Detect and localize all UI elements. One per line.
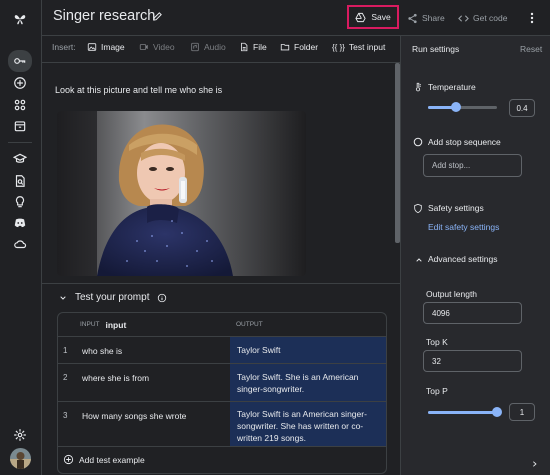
top-header: Singer research Save Share Get code <box>42 0 550 36</box>
get-code-button[interactable]: Get code <box>458 8 508 28</box>
edit-pencil-icon[interactable] <box>152 11 163 22</box>
output-length-label: Output length <box>426 289 478 299</box>
insert-folder-button[interactable]: Folder <box>280 42 318 52</box>
prompt-image[interactable] <box>57 111 306 276</box>
audio-icon <box>191 42 199 52</box>
code-icon <box>458 14 469 22</box>
more-vert-icon[interactable] <box>529 12 535 24</box>
prompt-text[interactable]: Look at this picture and tell me who she… <box>55 85 222 95</box>
drive-icon <box>355 12 366 22</box>
output-cell[interactable]: Taylor Swift is an American singer-songw… <box>230 402 386 447</box>
inventory-icon[interactable] <box>8 115 32 137</box>
gallery-icon[interactable] <box>8 94 32 116</box>
reset-button[interactable]: Reset <box>520 44 542 54</box>
page-title[interactable]: Singer research <box>53 8 155 24</box>
output-cell[interactable]: Taylor Swift <box>230 337 386 364</box>
insert-image-button[interactable]: Image <box>87 42 125 52</box>
share-icon <box>408 13 417 23</box>
temperature-label: Temperature <box>428 82 476 92</box>
top-p-value[interactable]: 1 <box>509 403 535 421</box>
output-length-input[interactable]: 4096 <box>423 302 522 324</box>
output-header-cell <box>230 313 386 336</box>
chevron-down-icon <box>60 295 66 300</box>
file-icon <box>241 42 248 52</box>
run-settings-panel: Run settings Reset Temperature 0.4 Add s… <box>400 36 550 475</box>
insert-video-button[interactable]: Video <box>139 42 175 52</box>
chevron-right-icon[interactable] <box>531 460 538 468</box>
insert-toolbar: Insert: Image Video Audio File Folder {{… <box>42 36 400 63</box>
top-p-label: Top P <box>426 386 448 396</box>
insert-audio-button[interactable]: Audio <box>190 42 226 52</box>
radio-circle-icon[interactable] <box>413 137 423 147</box>
lightbulb-icon[interactable] <box>8 191 32 213</box>
insert-test-input-button[interactable]: {{ }} Test input <box>332 42 385 52</box>
save-label: Save <box>371 12 391 22</box>
test-section-header[interactable]: Test your prompt <box>59 292 167 303</box>
advanced-settings-label[interactable]: Advanced settings <box>428 254 497 264</box>
key-icon[interactable] <box>8 50 32 72</box>
share-button[interactable]: Share <box>407 8 445 28</box>
settings-gear-icon[interactable] <box>8 424 32 446</box>
add-circle-icon <box>63 454 74 465</box>
safety-settings-label: Safety settings <box>428 203 484 213</box>
edit-safety-link[interactable]: Edit safety settings <box>428 222 499 232</box>
shield-icon <box>414 203 422 214</box>
table-row[interactable]: 3 How many songs she wrote Taylor Swift … <box>58 401 386 447</box>
discord-icon[interactable] <box>8 212 32 234</box>
folder-icon <box>280 44 290 51</box>
insert-file-button[interactable]: File <box>239 42 267 52</box>
test-title: Test your prompt <box>75 292 150 303</box>
left-rail <box>0 0 42 475</box>
table-row[interactable]: 2 where she is from Taylor Swift. She is… <box>58 363 386 402</box>
top-k-input[interactable]: 32 <box>423 350 522 372</box>
temperature-value[interactable]: 0.4 <box>509 99 535 117</box>
run-settings-title: Run settings <box>412 44 460 54</box>
avatar[interactable] <box>10 448 31 469</box>
top-k-label: Top K <box>426 337 448 347</box>
add-circle-icon[interactable] <box>8 72 32 94</box>
braces-icon: {{ }} <box>332 42 345 52</box>
stop-sequence-label: Add stop sequence <box>428 137 501 147</box>
app-logo-icon[interactable] <box>8 8 32 30</box>
input-column-header[interactable]: INPUT input <box>80 313 126 336</box>
section-divider <box>42 283 400 284</box>
add-test-example-button[interactable]: Add test example <box>58 446 386 473</box>
thermometer-icon <box>415 82 421 92</box>
save-button[interactable]: Save <box>347 5 399 29</box>
singer-photo <box>57 111 306 276</box>
insert-label: Insert: <box>52 42 76 52</box>
chevron-up-icon[interactable] <box>415 256 423 264</box>
prompt-area: Look at this picture and tell me who she… <box>42 63 400 475</box>
info-icon[interactable] <box>157 293 167 303</box>
video-icon <box>139 44 148 50</box>
top-p-slider-fill <box>428 411 497 414</box>
temperature-slider-thumb[interactable] <box>451 102 461 112</box>
doc-search-icon[interactable] <box>8 170 32 192</box>
cloud-icon[interactable] <box>8 233 32 255</box>
stop-sequence-input[interactable]: Add stop... <box>423 154 522 177</box>
test-table: INPUT input OUTPUT 1 who she is Taylor S… <box>57 312 387 474</box>
image-icon <box>87 43 97 51</box>
rail-divider <box>8 142 32 143</box>
top-p-slider-thumb[interactable] <box>492 407 502 417</box>
output-cell[interactable]: Taylor Swift. She is an American singer-… <box>230 364 386 402</box>
table-row[interactable]: 1 who she is Taylor Swift <box>58 336 386 364</box>
school-icon[interactable] <box>8 148 32 170</box>
